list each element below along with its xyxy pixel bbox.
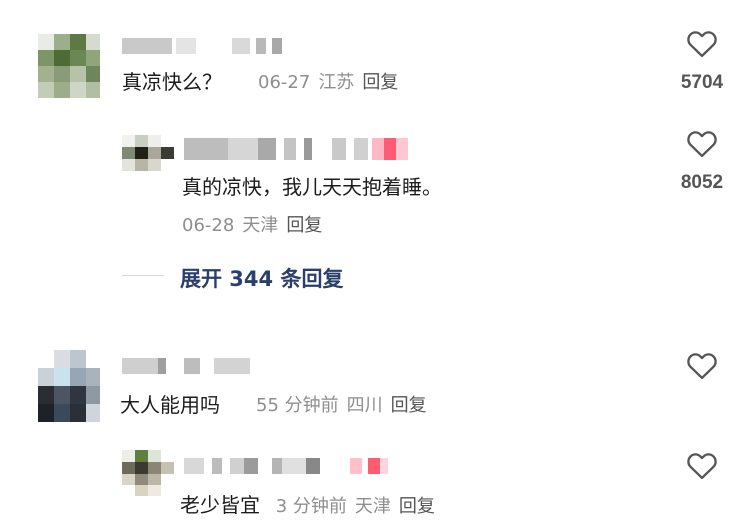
username-blurred[interactable] (122, 358, 252, 374)
reply-button[interactable]: 回复 (286, 215, 322, 236)
like-button[interactable] (672, 128, 732, 158)
reply-location: 天津 (242, 215, 279, 236)
reply-body: 老少皆宜 (180, 493, 260, 517)
heart-outline-icon (687, 131, 717, 158)
reply-meta: 06-28 天津 回复 (182, 214, 322, 238)
comment-date: 55 分钟前 (256, 395, 339, 416)
reply-button[interactable]: 回复 (362, 72, 398, 93)
comment-location: 江苏 (318, 72, 355, 93)
like-count: 8052 (680, 172, 724, 193)
comment-text: 真凉快么？ (122, 70, 222, 94)
reply-button[interactable]: 回复 (391, 395, 427, 416)
like-button[interactable] (672, 350, 732, 380)
reply-text: 老少皆宜 3 分钟前 天津 回复 (180, 492, 435, 519)
comment-date: 06-27 (258, 72, 311, 93)
avatar[interactable] (38, 350, 100, 422)
comment-meta: 55 分钟前 四川 回复 (256, 394, 427, 418)
reply-button[interactable]: 回复 (399, 496, 435, 517)
heart-outline-icon (687, 353, 717, 380)
avatar[interactable] (38, 34, 100, 98)
comment-location: 四川 (346, 395, 383, 416)
reply-date: 3 分钟前 (275, 496, 347, 517)
like-count: 5704 (680, 72, 724, 93)
comment-text: 大人能用吗 (120, 393, 220, 417)
avatar[interactable] (122, 135, 174, 171)
reply-location: 天津 (354, 496, 391, 517)
reply-meta: 3 分钟前 天津 回复 (270, 496, 435, 517)
like-button[interactable] (672, 28, 732, 58)
username-blurred[interactable] (122, 38, 282, 54)
comment-meta: 06-27 江苏 回复 (258, 71, 398, 95)
reply-text: 真的凉快，我儿天天抱着睡。 (182, 175, 442, 199)
expand-divider (122, 275, 164, 276)
username-blurred[interactable] (184, 458, 406, 474)
reply-date: 06-28 (182, 215, 235, 236)
expand-replies-button[interactable]: 展开 344 条回复 (180, 263, 343, 293)
username-blurred[interactable] (184, 138, 414, 160)
like-button[interactable] (672, 450, 732, 480)
heart-outline-icon (687, 453, 717, 480)
heart-outline-icon (687, 31, 717, 58)
avatar[interactable] (122, 450, 174, 496)
